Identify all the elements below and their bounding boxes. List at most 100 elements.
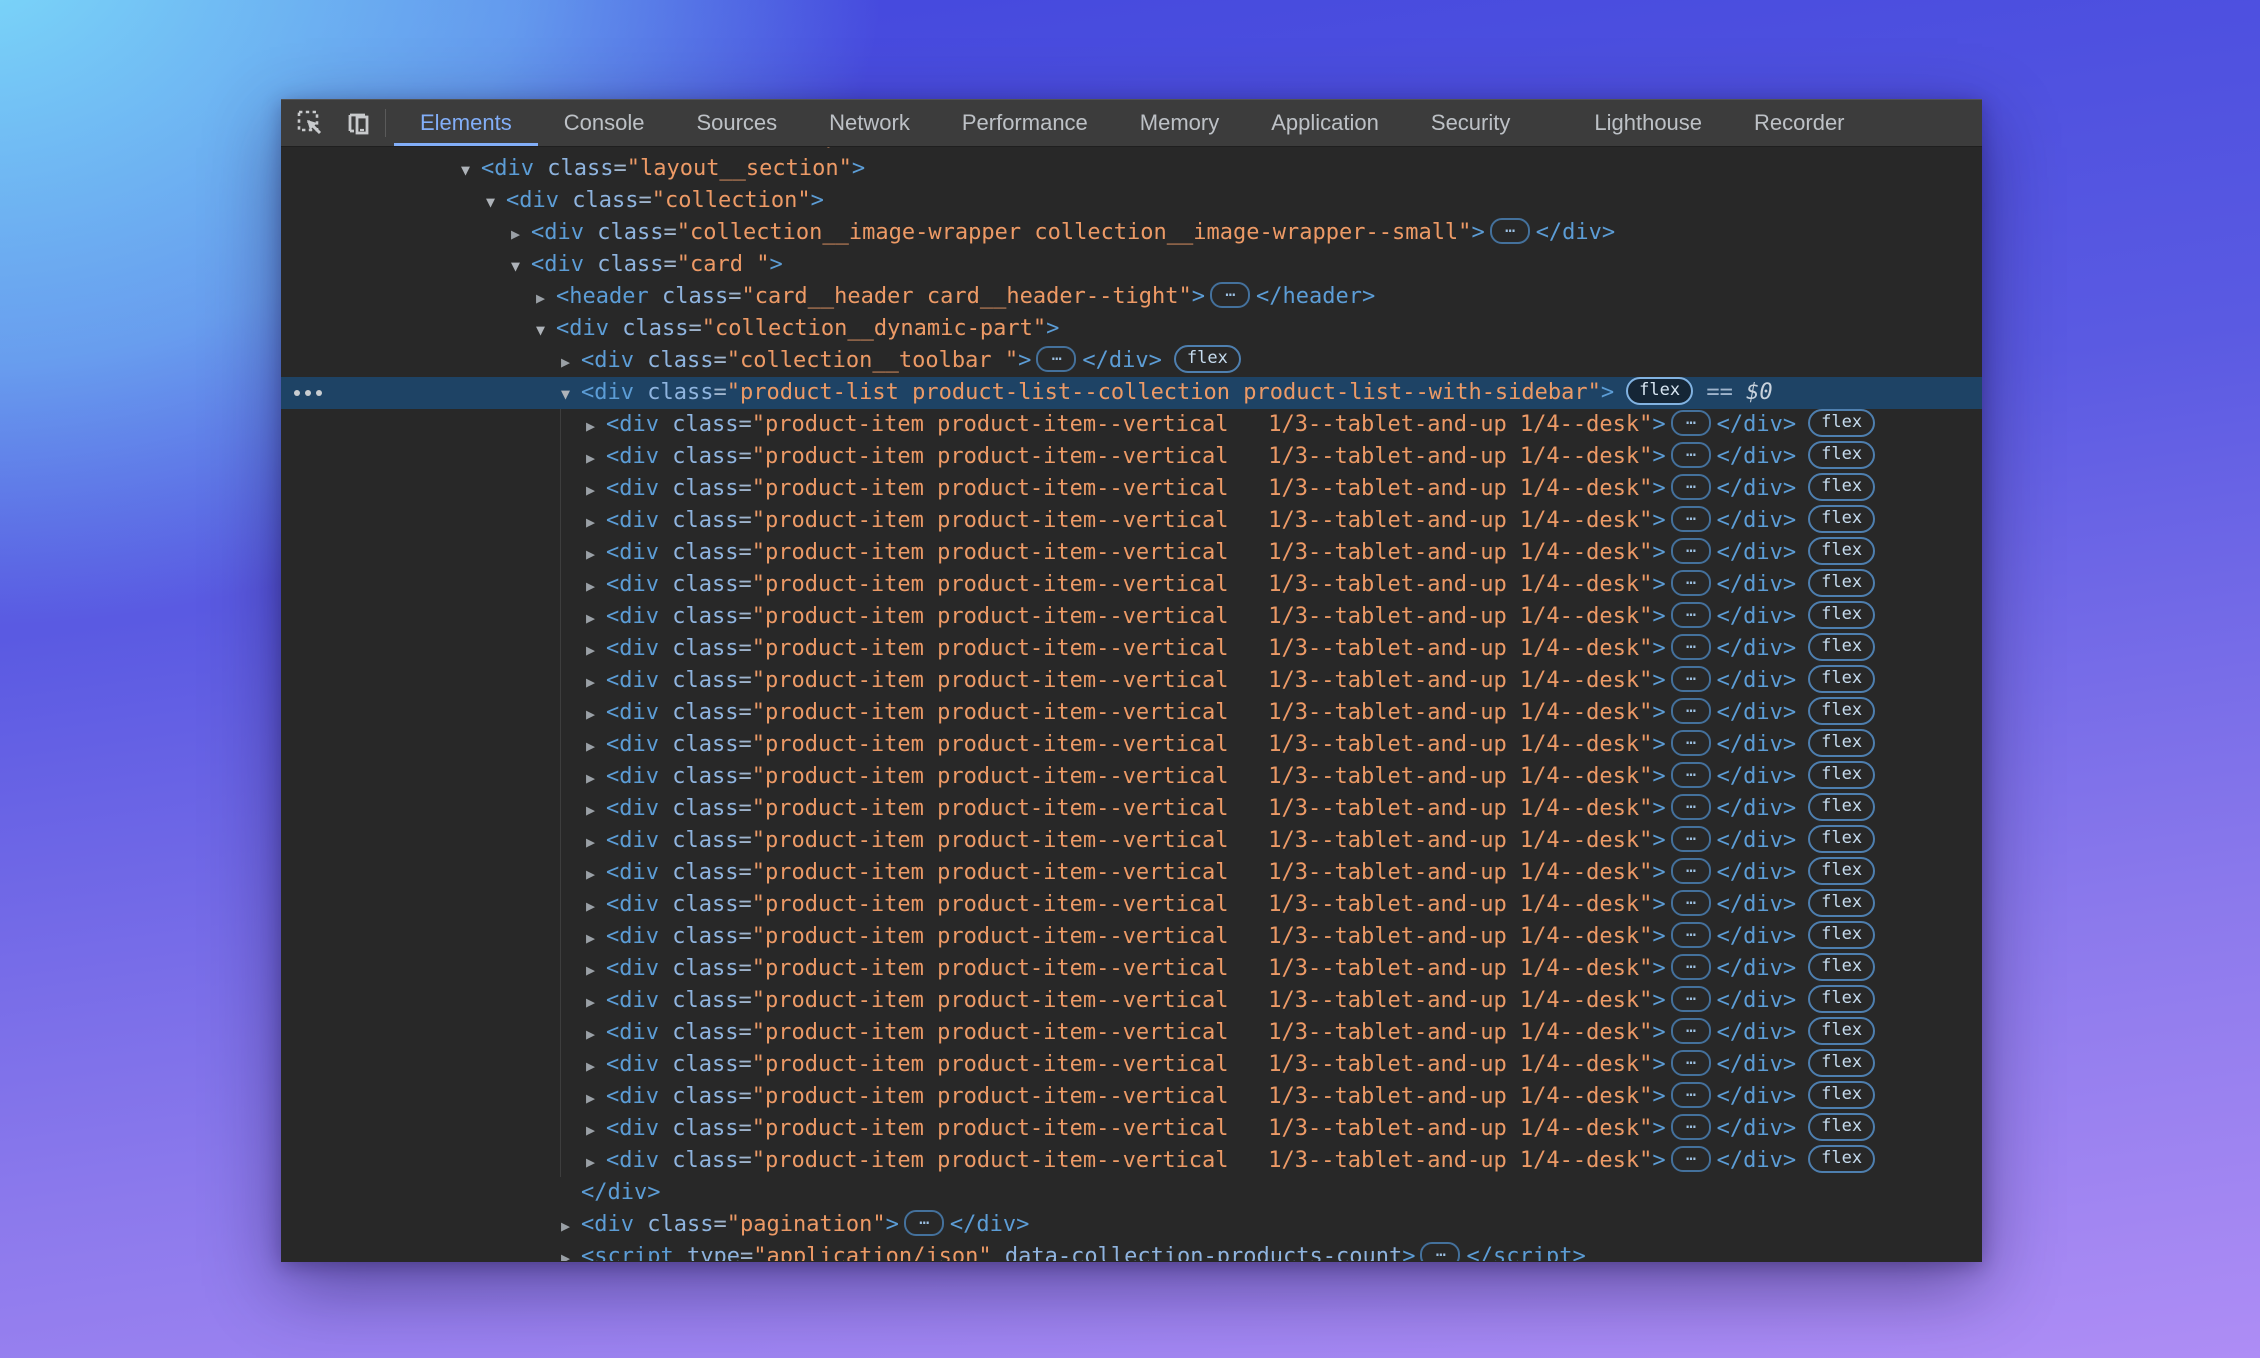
flex-badge[interactable]: flex	[1808, 633, 1875, 661]
inline-expand-button[interactable]: ⋯	[1671, 570, 1711, 596]
expand-arrow-closed-icon[interactable]: ▶	[586, 602, 606, 634]
expand-arrow-closed-icon[interactable]: ▶	[586, 634, 606, 666]
expand-arrow-closed-icon[interactable]: ▶	[586, 538, 606, 570]
expand-arrow-closed-icon[interactable]: ▶	[586, 474, 606, 506]
inline-expand-button[interactable]: ⋯	[1671, 538, 1711, 564]
tab-security[interactable]: Security	[1405, 100, 1536, 146]
flex-badge[interactable]: flex	[1808, 505, 1875, 533]
tab-sources[interactable]: Sources	[670, 100, 803, 146]
inline-expand-button[interactable]: ⋯	[1671, 602, 1711, 628]
tree-node-product-item[interactable]: ▶<div class="product-item product-item--…	[281, 537, 1982, 569]
tree-node-collection-image-wrapper[interactable]: ▶<div class="collection__image-wrapper c…	[281, 217, 1982, 249]
tree-node-product-item[interactable]: ▶<div class="product-item product-item--…	[281, 761, 1982, 793]
flex-badge[interactable]: flex	[1808, 1081, 1875, 1109]
flex-badge[interactable]: flex	[1808, 729, 1875, 757]
tree-node-product-item[interactable]: ▶<div class="product-item product-item--…	[281, 953, 1982, 985]
tree-node-product-item[interactable]: ▶<div class="product-item product-item--…	[281, 665, 1982, 697]
tree-node-product-item[interactable]: ▶<div class="product-item product-item--…	[281, 1113, 1982, 1145]
tab-recorder[interactable]: Recorder	[1728, 100, 1870, 146]
flex-badge[interactable]: flex	[1808, 889, 1875, 917]
expand-arrow-open-icon[interactable]: ▼	[486, 186, 506, 218]
expand-arrow-closed-icon[interactable]: ▶	[586, 762, 606, 794]
expand-arrow-open-icon[interactable]: ▼	[461, 154, 481, 186]
flex-badge[interactable]: flex	[1808, 473, 1875, 501]
expand-arrow-closed-icon[interactable]: ▶	[586, 730, 606, 762]
tree-node-pagination[interactable]: ▶<div class="pagination">⋯</div>	[281, 1209, 1982, 1241]
inline-expand-button[interactable]: ⋯	[1671, 826, 1711, 852]
expand-arrow-open-icon[interactable]: ▼	[511, 250, 531, 282]
inspect-element-icon[interactable]	[293, 100, 327, 146]
tree-node-product-item[interactable]: ▶<div class="product-item product-item--…	[281, 1145, 1982, 1177]
expand-arrow-open-icon[interactable]: ▼	[536, 314, 556, 346]
tree-node-product-item[interactable]: ▶<div class="product-item product-item--…	[281, 729, 1982, 761]
expand-arrow-closed-icon[interactable]: ▶	[586, 1114, 606, 1146]
tree-node-product-item[interactable]: ▶<div class="product-item product-item--…	[281, 697, 1982, 729]
tab-application[interactable]: Application	[1245, 100, 1405, 146]
tree-node-product-item[interactable]: ▶<div class="product-item product-item--…	[281, 1081, 1982, 1113]
tab-console[interactable]: Console	[538, 100, 671, 146]
flex-badge[interactable]: flex	[1808, 441, 1875, 469]
flex-badge[interactable]: flex	[1808, 1113, 1875, 1141]
tree-node-collection-toolbar[interactable]: ▶<div class="collection__toolbar ">⋯</di…	[281, 345, 1982, 377]
tree-node-product-item[interactable]: ▶<div class="product-item product-item--…	[281, 985, 1982, 1017]
expand-arrow-closed-icon[interactable]: ▶	[586, 954, 606, 986]
tree-node-product-item[interactable]: ▶<div class="product-item product-item--…	[281, 889, 1982, 921]
tree-node-products-count-script[interactable]: ▶<script type="application/json" data-co…	[281, 1241, 1982, 1261]
tab-memory[interactable]: Memory	[1114, 100, 1245, 146]
flex-badge[interactable]: flex	[1808, 857, 1875, 885]
flex-badge[interactable]: flex	[1808, 953, 1875, 981]
tree-node-card[interactable]: ▼<div class="card ">	[281, 249, 1982, 281]
expand-arrow-closed-icon[interactable]: ▶	[586, 1082, 606, 1114]
tree-node-product-list-close[interactable]: </div>	[281, 1177, 1982, 1209]
tree-node-product-item[interactable]: ▶<div class="product-item product-item--…	[281, 921, 1982, 953]
tree-node-product-item[interactable]: ▶<div class="product-item product-item--…	[281, 409, 1982, 441]
expand-arrow-closed-icon[interactable]: ▶	[586, 698, 606, 730]
inline-expand-button[interactable]: ⋯	[1671, 762, 1711, 788]
flex-badge[interactable]: flex	[1808, 825, 1875, 853]
flex-badge[interactable]: flex	[1808, 569, 1875, 597]
tree-node-product-item[interactable]: ▶<div class="product-item product-item--…	[281, 793, 1982, 825]
tree-node-product-item[interactable]: ▶<div class="product-item product-item--…	[281, 1049, 1982, 1081]
expand-arrow-closed-icon[interactable]: ▶	[561, 1242, 581, 1261]
expand-arrow-open-icon[interactable]: ▼	[561, 378, 581, 410]
expand-arrow-closed-icon[interactable]: ▶	[511, 218, 531, 250]
inline-expand-button[interactable]: ⋯	[1490, 218, 1530, 244]
flex-badge[interactable]: flex	[1808, 761, 1875, 789]
node-more-actions-icon[interactable]	[294, 377, 322, 409]
tree-node-collection-dynamic-part[interactable]: ▼<div class="collection__dynamic-part">	[281, 313, 1982, 345]
flex-badge[interactable]: flex	[1808, 409, 1875, 437]
inline-expand-button[interactable]: ⋯	[1671, 858, 1711, 884]
inline-expand-button[interactable]: ⋯	[1671, 410, 1711, 436]
flex-badge[interactable]: flex	[1808, 921, 1875, 949]
tab-network[interactable]: Network	[803, 100, 936, 146]
inline-expand-button[interactable]: ⋯	[1210, 282, 1250, 308]
inline-expand-button[interactable]: ⋯	[1671, 634, 1711, 660]
inline-expand-button[interactable]: ⋯	[904, 1210, 944, 1236]
expand-arrow-closed-icon[interactable]: ▶	[586, 1018, 606, 1050]
flex-badge[interactable]: flex	[1808, 1017, 1875, 1045]
tree-node-product-item[interactable]: ▶<div class="product-item product-item--…	[281, 633, 1982, 665]
tree-node-product-item[interactable]: ▶<div class="product-item product-item--…	[281, 1017, 1982, 1049]
expand-arrow-closed-icon[interactable]: ▶	[586, 666, 606, 698]
tab-elements[interactable]: Elements	[394, 100, 538, 146]
tree-node-product-item[interactable]: ▶<div class="product-item product-item--…	[281, 473, 1982, 505]
inline-expand-button[interactable]: ⋯	[1671, 442, 1711, 468]
expand-arrow-closed-icon[interactable]: ▶	[586, 570, 606, 602]
inline-expand-button[interactable]: ⋯	[1671, 506, 1711, 532]
expand-arrow-closed-icon[interactable]: ▶	[586, 1050, 606, 1082]
tab-performance[interactable]: Performance	[936, 100, 1114, 146]
flex-badge[interactable]: flex	[1174, 345, 1241, 373]
flex-badge[interactable]: flex	[1808, 985, 1875, 1013]
inline-expand-button[interactable]: ⋯	[1671, 922, 1711, 948]
inline-expand-button[interactable]: ⋯	[1671, 474, 1711, 500]
flex-badge[interactable]: flex	[1808, 665, 1875, 693]
tree-node-product-item[interactable]: ▶<div class="product-item product-item--…	[281, 569, 1982, 601]
flex-badge[interactable]: flex	[1808, 601, 1875, 629]
flex-badge[interactable]: flex	[1808, 537, 1875, 565]
tree-node-product-item[interactable]: ▶<div class="product-item product-item--…	[281, 825, 1982, 857]
tab-lighthouse[interactable]: Lighthouse	[1568, 100, 1728, 146]
expand-arrow-closed-icon[interactable]: ▶	[536, 282, 556, 314]
flex-badge[interactable]: flex	[1808, 697, 1875, 725]
inline-expand-button[interactable]: ⋯	[1671, 954, 1711, 980]
inline-expand-button[interactable]: ⋯	[1671, 1114, 1711, 1140]
